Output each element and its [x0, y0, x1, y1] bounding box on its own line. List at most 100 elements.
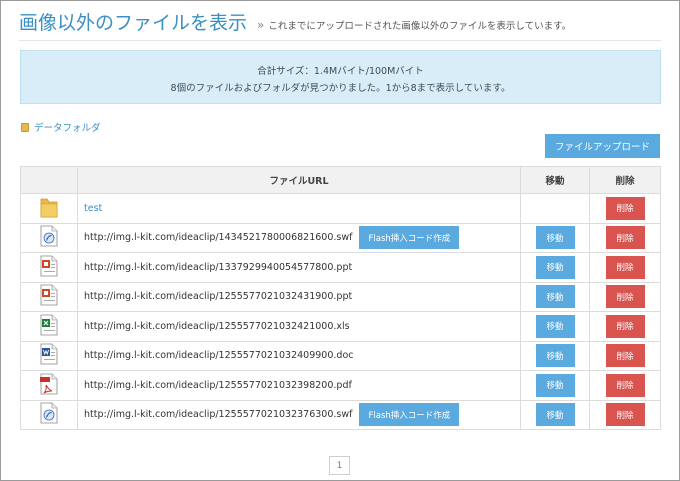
- flash-embed-code-button[interactable]: Flash挿入コード作成: [359, 403, 460, 427]
- file-url-text: http://img.l-kit.com/ideaclip/1337929940…: [84, 261, 353, 273]
- move-cell: 移動: [520, 222, 590, 253]
- move-button[interactable]: 移動: [535, 285, 575, 309]
- file-url-cell: test: [77, 193, 521, 224]
- move-button[interactable]: 移動: [535, 403, 575, 427]
- page-header: 画像以外のファイルを表示 » これまでにアップロードされた画像以外のファイルを表…: [19, 8, 571, 35]
- file-url-wrap: http://img.l-kit.com/ideaclip/1255577021…: [84, 291, 520, 302]
- swf-file-icon: [40, 225, 58, 250]
- file-icon-cell: [20, 252, 78, 283]
- doc-file-icon: [40, 343, 58, 368]
- file-url-cell: http://img.l-kit.com/ideaclip/1434521780…: [77, 222, 521, 253]
- file-url-cell: http://img.l-kit.com/ideaclip/1255577021…: [77, 370, 521, 401]
- delete-cell: 削除: [589, 252, 661, 283]
- page-subtitle: これまでにアップロードされた画像以外のファイルを表示しています。: [268, 21, 572, 32]
- file-url-text: http://img.l-kit.com/ideaclip/1434521780…: [84, 232, 353, 244]
- file-url-text: http://img.l-kit.com/ideaclip/1255577021…: [84, 350, 354, 362]
- file-icon-cell: [20, 281, 78, 312]
- table-row: http://img.l-kit.com/ideaclip/1255577021…: [20, 340, 661, 371]
- file-url-wrap: http://img.l-kit.com/ideaclip/1337929940…: [84, 262, 520, 273]
- delete-button[interactable]: 削除: [605, 344, 645, 368]
- header-divider: [19, 40, 661, 41]
- move-cell: 移動: [520, 281, 590, 312]
- folder-icon: [21, 122, 29, 132]
- delete-button[interactable]: 削除: [605, 373, 645, 397]
- table-row: http://img.l-kit.com/ideaclip/1255577021…: [20, 399, 661, 430]
- file-url-wrap: test: [84, 203, 520, 214]
- folder-icon: [39, 195, 59, 222]
- move-button[interactable]: 移動: [535, 255, 575, 279]
- total-size-text: 合計サイズ：1.4Mバイト/100Mバイト: [257, 66, 424, 77]
- move-cell: 移動: [520, 340, 590, 371]
- file-icon-cell: [20, 222, 78, 253]
- table-row: http://img.l-kit.com/ideaclip/1255577021…: [20, 311, 661, 342]
- flash-embed-code-button[interactable]: Flash挿入コード作成: [359, 226, 460, 250]
- pagination-page-1[interactable]: 1: [329, 456, 350, 475]
- delete-button[interactable]: 削除: [605, 285, 645, 309]
- delete-button[interactable]: 削除: [605, 226, 645, 250]
- page-frame: 画像以外のファイルを表示 » これまでにアップロードされた画像以外のファイルを表…: [0, 0, 680, 481]
- file-url-wrap: http://img.l-kit.com/ideaclip/1255577021…: [84, 350, 520, 361]
- move-cell: 移動: [520, 370, 590, 401]
- file-icon-cell: [20, 340, 78, 371]
- file-url-wrap: http://img.l-kit.com/ideaclip/1434521780…: [84, 226, 520, 250]
- data-folder-link[interactable]: データフォルダ: [21, 120, 101, 134]
- info-box: 合計サイズ：1.4Mバイト/100Mバイト 8個のファイルおよびフォルダが見つか…: [20, 50, 661, 104]
- file-icon-cell: [20, 311, 78, 342]
- table-row: http://img.l-kit.com/ideaclip/1337929940…: [20, 252, 661, 283]
- ppt-file-icon: [40, 255, 58, 280]
- table-header-row: ファイルURL 移動 削除: [20, 166, 661, 194]
- delete-cell: 削除: [589, 340, 661, 371]
- move-button[interactable]: 移動: [535, 373, 575, 397]
- move-cell: [520, 193, 590, 224]
- folder-link[interactable]: test: [84, 203, 102, 214]
- file-url-text: http://img.l-kit.com/ideaclip/1255577021…: [84, 379, 352, 391]
- delete-cell: 削除: [589, 399, 661, 430]
- move-cell: 移動: [520, 311, 590, 342]
- file-url-text: http://img.l-kit.com/ideaclip/1255577021…: [84, 409, 353, 421]
- xls-file-icon: [40, 314, 58, 339]
- header-move: 移動: [520, 166, 590, 194]
- table-row: http://img.l-kit.com/ideaclip/1255577021…: [20, 281, 661, 312]
- table-row: test 削除: [20, 193, 661, 224]
- file-url-wrap: http://img.l-kit.com/ideaclip/1255577021…: [84, 403, 520, 427]
- delete-cell: 削除: [589, 193, 661, 224]
- file-upload-button[interactable]: ファイルアップロード: [545, 134, 660, 158]
- file-url-cell: http://img.l-kit.com/ideaclip/1255577021…: [77, 311, 521, 342]
- table-row: http://img.l-kit.com/ideaclip/1255577021…: [20, 370, 661, 401]
- pdf-file-icon: [40, 373, 58, 398]
- header-file-url: ファイルURL: [77, 166, 521, 194]
- file-icon-cell: [20, 399, 78, 430]
- delete-cell: 削除: [589, 311, 661, 342]
- file-url-text: http://img.l-kit.com/ideaclip/1255577021…: [84, 291, 353, 303]
- delete-button[interactable]: 削除: [605, 314, 645, 338]
- delete-cell: 削除: [589, 281, 661, 312]
- delete-button[interactable]: 削除: [605, 255, 645, 279]
- ppt-file-icon: [40, 284, 58, 309]
- swf-file-icon: [40, 402, 58, 427]
- file-url-wrap: http://img.l-kit.com/ideaclip/1255577021…: [84, 321, 520, 332]
- delete-button[interactable]: 削除: [605, 196, 645, 220]
- file-url-cell: http://img.l-kit.com/ideaclip/1255577021…: [77, 399, 521, 430]
- delete-cell: 削除: [589, 222, 661, 253]
- move-cell: 移動: [520, 252, 590, 283]
- move-cell: 移動: [520, 399, 590, 430]
- move-button[interactable]: 移動: [535, 226, 575, 250]
- file-icon-cell: [20, 370, 78, 401]
- file-url-text: http://img.l-kit.com/ideaclip/1255577021…: [84, 320, 350, 332]
- file-table: ファイルURL 移動 削除 test 削除 http://img.l-kit.com…: [20, 166, 661, 430]
- file-url-cell: http://img.l-kit.com/ideaclip/1255577021…: [77, 340, 521, 371]
- delete-button[interactable]: 削除: [605, 403, 645, 427]
- move-button[interactable]: 移動: [535, 344, 575, 368]
- header-delete: 削除: [589, 166, 661, 194]
- title-separator: »: [257, 18, 265, 32]
- file-url-cell: http://img.l-kit.com/ideaclip/1337929940…: [77, 252, 521, 283]
- move-button[interactable]: 移動: [535, 314, 575, 338]
- table-row: http://img.l-kit.com/ideaclip/1434521780…: [20, 222, 661, 253]
- result-count-text: 8個のファイルおよびフォルダが見つかりました。1から8まで表示しています。: [170, 83, 511, 94]
- file-url-wrap: http://img.l-kit.com/ideaclip/1255577021…: [84, 380, 520, 391]
- file-url-cell: http://img.l-kit.com/ideaclip/1255577021…: [77, 281, 521, 312]
- file-icon-cell: [20, 193, 78, 224]
- delete-cell: 削除: [589, 370, 661, 401]
- page-title: 画像以外のファイルを表示: [19, 12, 248, 34]
- header-icon: [20, 166, 78, 194]
